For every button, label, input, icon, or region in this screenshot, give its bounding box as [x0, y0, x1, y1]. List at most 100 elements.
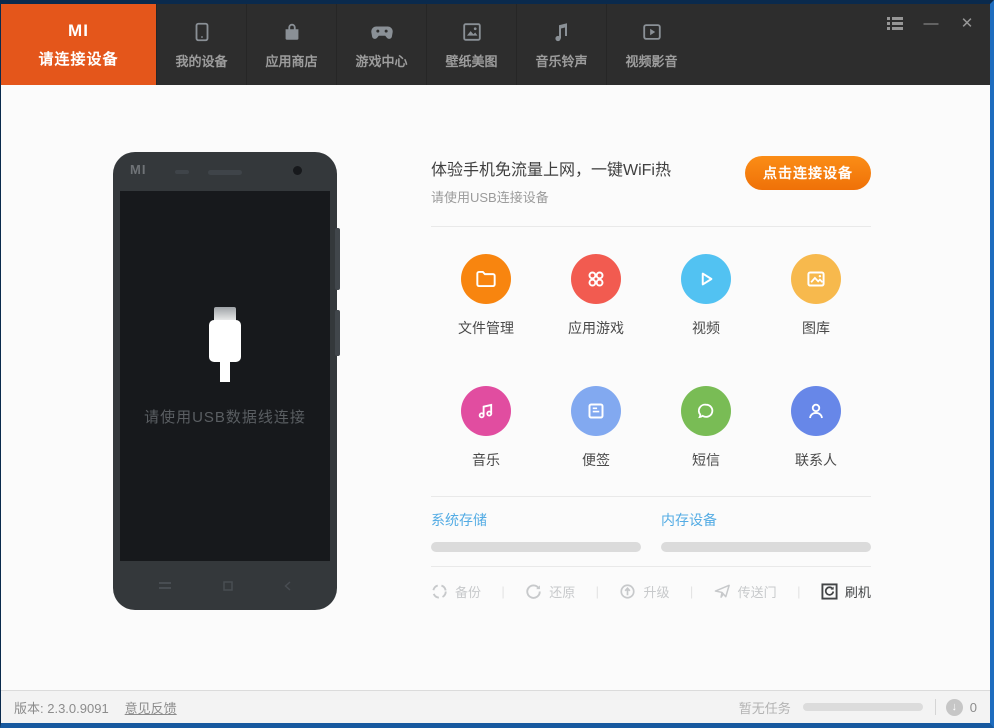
app-video[interactable]: 视频 — [651, 254, 761, 338]
app-shortcut-grid: 文件管理 应用游戏 视频 图库 音乐 便签 短信 联系人 — [431, 227, 871, 470]
app-label: 短信 — [692, 452, 720, 468]
paper-plane-icon — [714, 583, 731, 600]
status-bar: 版本: 2.3.0.9091 意见反馈 暂无任务 ↓ 0 — [1, 690, 990, 723]
connect-device-label: 请连接设备 — [38, 50, 119, 68]
app-label: 应用游戏 — [568, 320, 624, 336]
app-gallery[interactable]: 图库 — [761, 254, 871, 338]
phone-screen: 请使用USB数据线连接 — [120, 191, 330, 561]
connect-subtitle: 请使用USB连接设备 — [431, 190, 549, 205]
phone-earpiece — [175, 170, 189, 174]
restore-icon — [525, 583, 542, 600]
connect-device-button[interactable]: 点击连接设备 — [745, 156, 871, 190]
window-controls: — ✕ — [886, 14, 976, 32]
folder-icon — [461, 254, 511, 304]
system-storage-label[interactable]: 系统存储 — [431, 510, 641, 530]
picture-icon — [461, 19, 483, 45]
mi-pc-suite-window: MI 请连接设备 我的设备 应用商店 游戏中心 壁纸美图 音乐铃声 视频影音 —… — [0, 0, 994, 728]
tab-video[interactable]: 视频影音 — [606, 4, 696, 85]
app-contacts[interactable]: 联系人 — [761, 386, 871, 470]
music-note-icon — [552, 19, 572, 45]
phone-back-icon — [284, 580, 291, 591]
backup-icon — [431, 583, 448, 600]
promo-title: 体验手机免流量上网，一键WiFi热 — [431, 162, 671, 179]
menu-list-icon[interactable] — [886, 14, 904, 32]
tab-music-ringtone[interactable]: 音乐铃声 — [516, 4, 606, 85]
tab-wallpaper[interactable]: 壁纸美图 — [426, 4, 516, 85]
app-sms[interactable]: 短信 — [651, 386, 761, 470]
app-file-manager[interactable]: 文件管理 — [431, 254, 541, 338]
tab-label: 我的设备 — [175, 54, 228, 69]
flash-button[interactable]: 刷机 — [821, 582, 871, 601]
tab-label: 视频影音 — [625, 54, 678, 69]
task-status-label: 暂无任务 — [738, 700, 791, 716]
gamepad-icon — [370, 19, 394, 45]
person-icon — [791, 386, 841, 436]
tab-label: 应用商店 — [265, 54, 318, 69]
tab-connect-device[interactable]: MI 请连接设备 — [1, 4, 156, 85]
feedback-link[interactable]: 意见反馈 — [125, 698, 177, 717]
restore-button[interactable]: 还原 — [525, 582, 575, 601]
phone-speaker-slit — [208, 170, 242, 175]
toolbar-separator: | — [689, 584, 694, 599]
phone-power-button — [335, 310, 340, 356]
toolbar-separator: | — [797, 584, 801, 599]
mi-logo: MI — [68, 20, 89, 40]
tab-label: 壁纸美图 — [445, 54, 498, 69]
phone-mi-logo: MI — [130, 162, 147, 177]
app-label: 便签 — [582, 452, 610, 468]
device-illustration-area: MI 请使用USB数据线连接 — [1, 85, 431, 690]
app-label: 联系人 — [795, 452, 837, 468]
shopping-bag-icon — [281, 19, 303, 45]
chat-bubble-icon — [681, 386, 731, 436]
app-label: 文件管理 — [458, 320, 514, 336]
tab-label: 音乐铃声 — [535, 54, 588, 69]
flash-icon — [821, 583, 838, 600]
phone-front-camera — [293, 166, 302, 175]
version-label: 版本: 2.3.0.9091 — [14, 700, 109, 716]
upgrade-icon — [619, 583, 636, 600]
footer-separator — [934, 699, 936, 715]
app-label: 音乐 — [472, 452, 500, 468]
tab-game-center[interactable]: 游戏中心 — [336, 4, 426, 85]
apps-grid-icon — [571, 254, 621, 304]
storage-section: 系统存储 内存设备 — [431, 497, 871, 552]
main-content: MI 请使用USB数据线连接 体验手机免流量上网，一键WiFi热 请使用USB连… — [1, 85, 990, 690]
download-icon[interactable]: ↓ — [945, 698, 963, 716]
phone-illustration: MI 请使用USB数据线连接 — [113, 152, 340, 610]
app-apps-games[interactable]: 应用游戏 — [541, 254, 651, 338]
task-status-area: 暂无任务 ↓ 0 — [739, 698, 977, 717]
backup-button[interactable]: 备份 — [431, 582, 481, 601]
app-notes[interactable]: 便签 — [541, 386, 651, 470]
internal-storage-bar — [661, 542, 871, 552]
close-button[interactable]: ✕ — [958, 14, 976, 32]
phone-home-icon — [222, 580, 233, 591]
tab-my-device[interactable]: 我的设备 — [156, 4, 246, 85]
top-navbar: MI 请连接设备 我的设备 应用商店 游戏中心 壁纸美图 音乐铃声 视频影音 —… — [1, 4, 990, 85]
phone-volume-button — [335, 228, 340, 290]
app-label: 图库 — [802, 320, 830, 336]
video-play-icon — [641, 19, 663, 45]
minimize-button[interactable]: — — [922, 14, 940, 32]
usb-connect-hint: 请使用USB数据线连接 — [144, 409, 306, 426]
toolbar-separator: | — [501, 584, 505, 599]
tab-app-store[interactable]: 应用商店 — [246, 4, 336, 85]
toolbar-separator: | — [595, 584, 600, 599]
download-count: 0 — [969, 699, 977, 715]
usb-plug-icon — [209, 307, 241, 382]
phone-menu-icon — [159, 581, 171, 590]
panel-header: 体验手机免流量上网，一键WiFi热 请使用USB连接设备 点击连接设备 — [431, 156, 871, 206]
portal-button[interactable]: 传送门 — [714, 582, 777, 601]
internal-storage-label[interactable]: 内存设备 — [661, 510, 871, 530]
upgrade-button[interactable]: 升级 — [619, 582, 669, 601]
task-progress-bar — [802, 703, 923, 711]
bottom-toolbar: 备份 | 还原 | 升级 | 传送门 | 刷机 — [431, 582, 871, 601]
note-icon — [571, 386, 621, 436]
app-music[interactable]: 音乐 — [431, 386, 541, 470]
system-storage: 系统存储 — [431, 510, 641, 552]
right-panel: 体验手机免流量上网，一键WiFi热 请使用USB连接设备 点击连接设备 文件管理 — [431, 85, 871, 690]
gallery-icon — [791, 254, 841, 304]
internal-storage: 内存设备 — [661, 510, 871, 552]
tab-label: 游戏中心 — [355, 54, 408, 69]
app-label: 视频 — [692, 320, 720, 336]
phone-nav-buttons — [113, 561, 337, 610]
